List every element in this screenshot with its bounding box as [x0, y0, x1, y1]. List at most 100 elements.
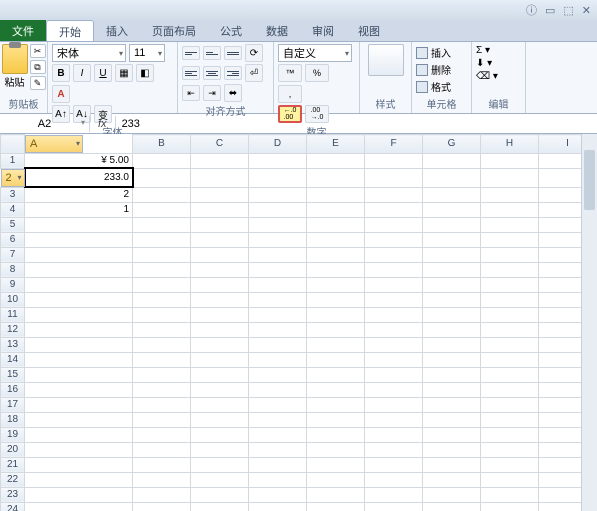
- row-header-19[interactable]: 19: [1, 427, 25, 442]
- cell-H1[interactable]: [481, 153, 539, 168]
- cell-E21[interactable]: [307, 457, 365, 472]
- cell-G13[interactable]: [423, 337, 481, 352]
- cell-G1[interactable]: [423, 153, 481, 168]
- copy-icon[interactable]: ⧉: [30, 60, 46, 74]
- row-header-3[interactable]: 3: [1, 187, 25, 202]
- cell-D20[interactable]: [249, 442, 307, 457]
- cell-E16[interactable]: [307, 382, 365, 397]
- cell-B1[interactable]: [133, 153, 191, 168]
- cell-C19[interactable]: [191, 427, 249, 442]
- cell-B15[interactable]: [133, 367, 191, 382]
- cell-G24[interactable]: [423, 502, 481, 511]
- row-header-22[interactable]: 22: [1, 472, 25, 487]
- cell-B9[interactable]: [133, 277, 191, 292]
- cell-E24[interactable]: [307, 502, 365, 511]
- cell-H2[interactable]: [481, 168, 539, 187]
- cell-C9[interactable]: [191, 277, 249, 292]
- cell-D21[interactable]: [249, 457, 307, 472]
- cell-F13[interactable]: [365, 337, 423, 352]
- cell-A11[interactable]: [25, 307, 133, 322]
- cell-E14[interactable]: [307, 352, 365, 367]
- tab-审阅[interactable]: 审阅: [300, 20, 346, 41]
- row-header-5[interactable]: 5: [1, 217, 25, 232]
- cell-G22[interactable]: [423, 472, 481, 487]
- cell-C18[interactable]: [191, 412, 249, 427]
- cell-C5[interactable]: [191, 217, 249, 232]
- cell-C4[interactable]: [191, 202, 249, 217]
- font-color-button[interactable]: A: [52, 85, 70, 103]
- format-cells-button[interactable]: 格式: [416, 78, 467, 95]
- underline-button[interactable]: U: [94, 64, 112, 82]
- cell-B4[interactable]: [133, 202, 191, 217]
- cell-F23[interactable]: [365, 487, 423, 502]
- tab-file[interactable]: 文件: [0, 20, 46, 41]
- cell-C16[interactable]: [191, 382, 249, 397]
- col-header-D[interactable]: D: [249, 135, 307, 154]
- cut-icon[interactable]: ✂: [30, 44, 46, 58]
- row-header-16[interactable]: 16: [1, 382, 25, 397]
- cell-A10[interactable]: [25, 292, 133, 307]
- tab-开始[interactable]: 开始: [46, 20, 94, 41]
- row-header-6[interactable]: 6: [1, 232, 25, 247]
- tab-数据[interactable]: 数据: [254, 20, 300, 41]
- font-size-select[interactable]: 11: [129, 44, 165, 62]
- cell-G3[interactable]: [423, 187, 481, 202]
- delete-cells-button[interactable]: 删除: [416, 61, 467, 78]
- cell-H9[interactable]: [481, 277, 539, 292]
- cell-B10[interactable]: [133, 292, 191, 307]
- help-icon[interactable]: ⓘ: [526, 2, 537, 18]
- cell-B11[interactable]: [133, 307, 191, 322]
- cell-B22[interactable]: [133, 472, 191, 487]
- cell-D9[interactable]: [249, 277, 307, 292]
- cell-A19[interactable]: [25, 427, 133, 442]
- increase-indent-button[interactable]: ⇥: [203, 85, 221, 101]
- cell-D15[interactable]: [249, 367, 307, 382]
- cell-C1[interactable]: [191, 153, 249, 168]
- cell-F1[interactable]: [365, 153, 423, 168]
- cell-B13[interactable]: [133, 337, 191, 352]
- cell-G11[interactable]: [423, 307, 481, 322]
- cell-F18[interactable]: [365, 412, 423, 427]
- cell-B19[interactable]: [133, 427, 191, 442]
- cell-E11[interactable]: [307, 307, 365, 322]
- cell-A3[interactable]: 2: [25, 187, 133, 202]
- cell-E10[interactable]: [307, 292, 365, 307]
- cell-H20[interactable]: [481, 442, 539, 457]
- col-header-E[interactable]: E: [307, 135, 365, 154]
- cell-B21[interactable]: [133, 457, 191, 472]
- cell-F4[interactable]: [365, 202, 423, 217]
- col-header-A[interactable]: A: [25, 135, 83, 153]
- cell-B17[interactable]: [133, 397, 191, 412]
- cell-D1[interactable]: [249, 153, 307, 168]
- cell-E20[interactable]: [307, 442, 365, 457]
- col-header-F[interactable]: F: [365, 135, 423, 154]
- cell-A2[interactable]: 233.0: [25, 168, 133, 187]
- cell-C7[interactable]: [191, 247, 249, 262]
- row-header-10[interactable]: 10: [1, 292, 25, 307]
- cell-F15[interactable]: [365, 367, 423, 382]
- cell-C6[interactable]: [191, 232, 249, 247]
- cell-H24[interactable]: [481, 502, 539, 511]
- align-left-button[interactable]: [182, 66, 200, 80]
- cell-A7[interactable]: [25, 247, 133, 262]
- cell-E4[interactable]: [307, 202, 365, 217]
- cell-H6[interactable]: [481, 232, 539, 247]
- cell-C2[interactable]: [191, 168, 249, 187]
- cell-B16[interactable]: [133, 382, 191, 397]
- cell-F22[interactable]: [365, 472, 423, 487]
- cell-E8[interactable]: [307, 262, 365, 277]
- col-header-B[interactable]: B: [133, 135, 191, 154]
- cell-A6[interactable]: [25, 232, 133, 247]
- cell-G21[interactable]: [423, 457, 481, 472]
- tab-公式[interactable]: 公式: [208, 20, 254, 41]
- cell-D16[interactable]: [249, 382, 307, 397]
- cell-F8[interactable]: [365, 262, 423, 277]
- cell-C23[interactable]: [191, 487, 249, 502]
- clear-button[interactable]: ⌫ ▾: [476, 70, 521, 83]
- formula-input[interactable]: 233: [115, 116, 597, 132]
- cell-D19[interactable]: [249, 427, 307, 442]
- number-format-select[interactable]: 自定义: [278, 44, 352, 62]
- cell-G6[interactable]: [423, 232, 481, 247]
- format-painter-icon[interactable]: ✎: [30, 76, 46, 90]
- cell-H11[interactable]: [481, 307, 539, 322]
